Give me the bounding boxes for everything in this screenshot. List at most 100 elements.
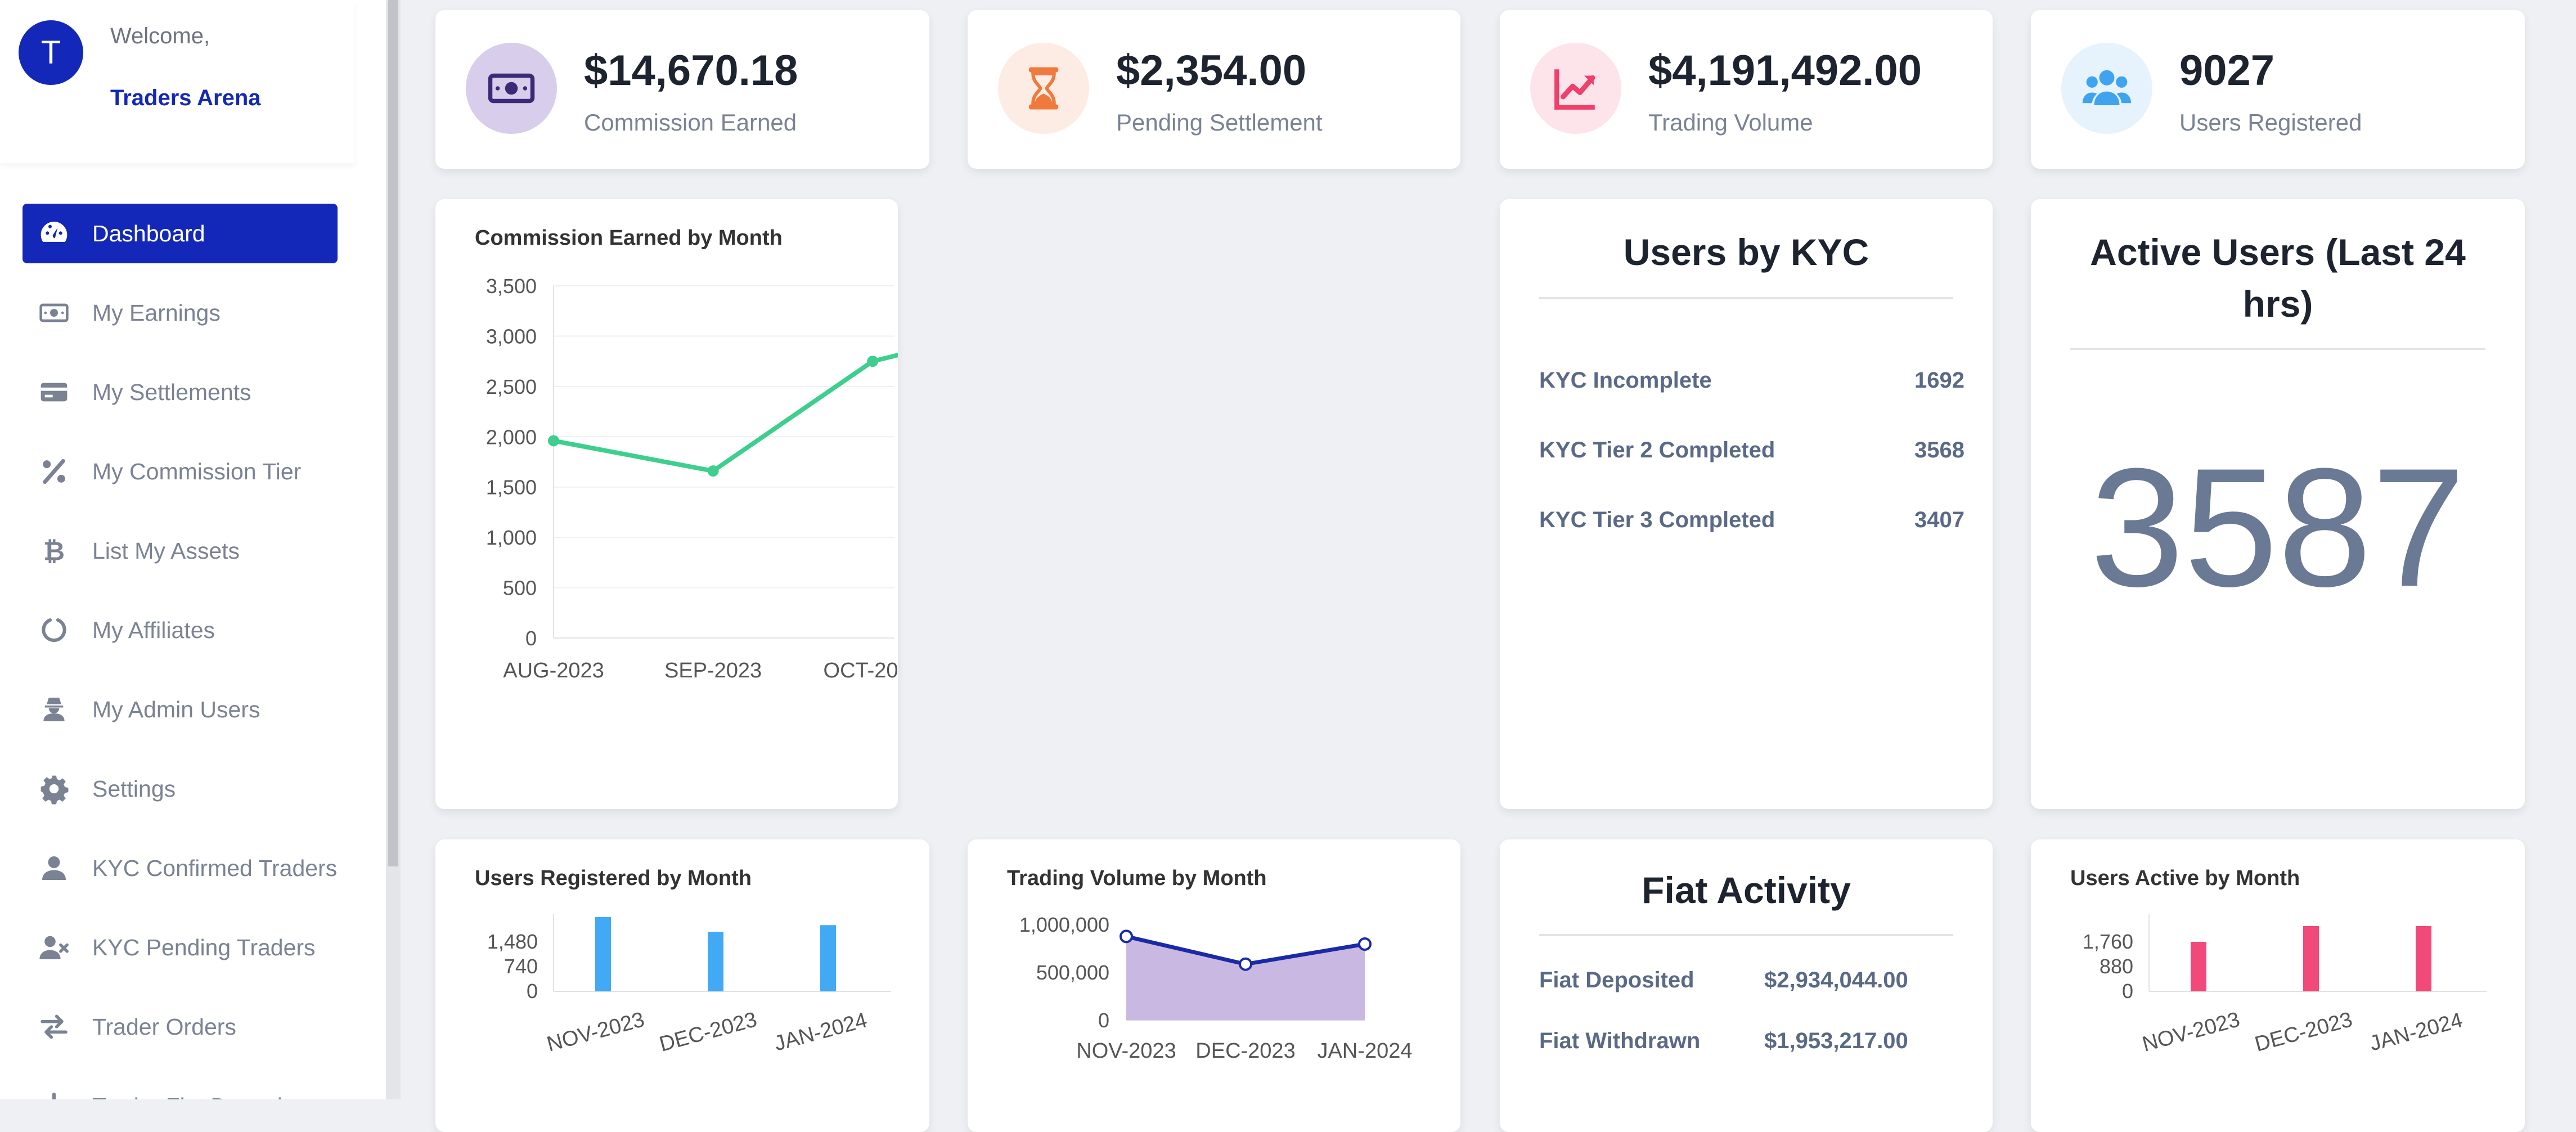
chart-line-icon [1530, 43, 1621, 134]
y-tick-label: 1,500 [486, 476, 537, 499]
y-tick-label: 2,500 [486, 375, 537, 398]
sidebar-item-label: My Settlements [92, 379, 251, 405]
users-by-kyc-card: Users by KYC KYC Incomplete 1692 KYC Tie… [1500, 199, 1993, 809]
sidebar: T Welcome, Traders Arena Dashboard My Ear… [0, 0, 386, 1099]
gear-icon [34, 772, 74, 806]
credit-card-icon [34, 375, 74, 409]
sidebar-scrollbar[interactable] [386, 0, 401, 1099]
users-registered-stat-card: 9027 Users Registered [2031, 10, 2525, 169]
y-tick-label: 3,000 [486, 325, 537, 348]
x-tick-label: DEC-2023 [2253, 1008, 2355, 1056]
sidebar-item-my-earnings[interactable]: My Earnings [23, 283, 338, 343]
x-tick-label: NOV-2023 [1076, 1039, 1176, 1063]
welcome-card: T Welcome, Traders Arena [0, 0, 354, 163]
sidebar-item-label: My Earnings [92, 299, 221, 326]
sidebar-item-trader-fiat-deposits[interactable]: Trader Fiat Deposits [23, 1076, 338, 1099]
y-tick-label: 0 [527, 980, 538, 1003]
users-registered-bar-chart: 07401,480 NOV-2023 DEC-2023 JAN-2024 [487, 914, 891, 1057]
kyc-row: KYC Tier 2 Completed 3568 [1539, 438, 1964, 463]
welcome-text: Welcome, [110, 24, 210, 48]
sidebar-item-dashboard[interactable]: Dashboard [23, 204, 338, 263]
y-tick-label: 1,480 [487, 930, 538, 953]
bar [2191, 942, 2206, 991]
divider [1539, 934, 1953, 936]
kyc-row: KYC Tier 3 Completed 3407 [1539, 507, 1964, 533]
x-tick-label: DEC-2023 [1195, 1039, 1295, 1063]
active-users-title-line2: hrs) [2242, 283, 2313, 325]
kyc-row: KYC Incomplete 1692 [1539, 368, 1964, 393]
kyc-row-label: KYC Tier 3 Completed [1539, 507, 1775, 532]
sidebar-item-label: List My Assets [92, 537, 240, 564]
sidebar-item-label: KYC Pending Traders [92, 934, 316, 960]
user-icon [34, 851, 74, 885]
active-users-card: Active Users (Last 24 hrs) 3587 [2031, 199, 2525, 809]
users-active-chart-card: Users Active by Month 0 880 1,760 NOV-2023 D… [2031, 839, 2525, 1132]
dashboard-icon [34, 217, 74, 250]
scrollbar-thumb[interactable] [388, 0, 398, 866]
sidebar-item-my-commission-tier[interactable]: My Commission Tier [23, 442, 338, 501]
bar [820, 925, 836, 991]
sidebar-item-label: My Affiliates [92, 617, 215, 643]
sidebar-item-label: Settings [92, 775, 176, 802]
sidebar-item-list-my-assets[interactable]: ₿ List My Assets [23, 521, 338, 581]
avatar[interactable]: T [19, 20, 83, 85]
commission-series-line [553, 353, 898, 474]
sidebar-item-my-admin-users[interactable]: My Admin Users [23, 680, 338, 739]
x-tick-label: AUG-2023 [503, 659, 604, 682]
exchange-icon [34, 1010, 74, 1044]
fiat-panel-title: Fiat Activity [1642, 869, 1851, 911]
bar [2303, 926, 2319, 991]
data-point [707, 465, 719, 477]
y-tick-label: 1,000 [486, 526, 537, 549]
x-tick-label: NOV-2023 [2140, 1008, 2242, 1056]
sidebar-item-trader-orders[interactable]: Trader Orders [23, 997, 338, 1057]
stat-value: $2,354.00 [1116, 47, 1307, 95]
stat-label: Pending Settlement [1116, 109, 1323, 136]
y-tick-label: 740 [504, 955, 538, 978]
y-tick-label: 3,500 [486, 275, 537, 298]
fiat-row-label: Fiat Withdrawn [1539, 1028, 1701, 1053]
kyc-row-value: 3568 [1914, 438, 1964, 462]
fiat-row-value: $1,953,217.00 [1764, 1028, 1908, 1053]
y-tick-label: 0 [1098, 1009, 1109, 1032]
data-point [548, 435, 559, 447]
fiat-activity-card: Fiat Activity Fiat Deposited $2,934,044.… [1500, 839, 1993, 1132]
sidebar-item-settings[interactable]: Settings [23, 759, 338, 819]
x-tick-label: JAN-2024 [772, 1008, 870, 1055]
fiat-row: Fiat Withdrawn $1,953,217.00 [1539, 1028, 1908, 1054]
x-tick-label: NOV-2023 [545, 1008, 647, 1056]
x-tick-label: OCT-2023 [824, 659, 898, 682]
y-tick-label: 2,000 [486, 425, 537, 448]
money-icon [34, 296, 74, 330]
x-tick-label: JAN-2024 [2367, 1008, 2465, 1055]
stat-label: Trading Volume [1648, 109, 1813, 136]
active-users-title-line1: Active Users (Last 24 [2090, 231, 2466, 273]
data-point [867, 356, 879, 367]
sidebar-item-kyc-confirmed-traders[interactable]: KYC Confirmed Traders [23, 838, 338, 898]
sidebar-item-my-affiliates[interactable]: My Affiliates [23, 600, 338, 660]
x-tick-label: DEC-2023 [657, 1008, 759, 1056]
y-tick-label: 880 [2100, 955, 2133, 978]
commission-earned-stat-card: $14,670.18 Commission Earned [435, 10, 929, 169]
fiat-row-label: Fiat Deposited [1539, 968, 1694, 992]
x-tick-label: SEP-2023 [664, 659, 762, 682]
kyc-row-value: 1692 [1914, 368, 1964, 393]
sidebar-item-label: My Commission Tier [92, 458, 302, 484]
kyc-row-label: KYC Incomplete [1539, 368, 1712, 393]
data-point [1120, 929, 1133, 944]
sidebar-item-kyc-pending-traders[interactable]: KYC Pending Traders [23, 918, 338, 977]
data-point [1239, 957, 1252, 971]
divider [1539, 297, 1953, 299]
sidebar-item-my-settlements[interactable]: My Settlements [23, 362, 338, 422]
hourglass-icon [998, 43, 1089, 134]
sidebar-item-label: My Admin Users [92, 696, 260, 722]
stat-value: $14,670.18 [584, 47, 798, 95]
svg-text:₿: ₿ [43, 536, 65, 565]
x-tick-label: JAN-2024 [1318, 1039, 1413, 1063]
sidebar-item-label: KYC Confirmed Traders [92, 855, 338, 881]
bar [595, 917, 611, 991]
sidebar-item-label: Trader Fiat Deposits [92, 1093, 300, 1100]
kyc-panel-title: Users by KYC [1623, 231, 1869, 273]
fiat-row: Fiat Deposited $2,934,044.00 [1539, 968, 1908, 993]
trading-volume-area-chart: 0 500,000 1,000,000 NOV-2023 DEC-2023 JAN-202… [1019, 913, 1413, 1063]
